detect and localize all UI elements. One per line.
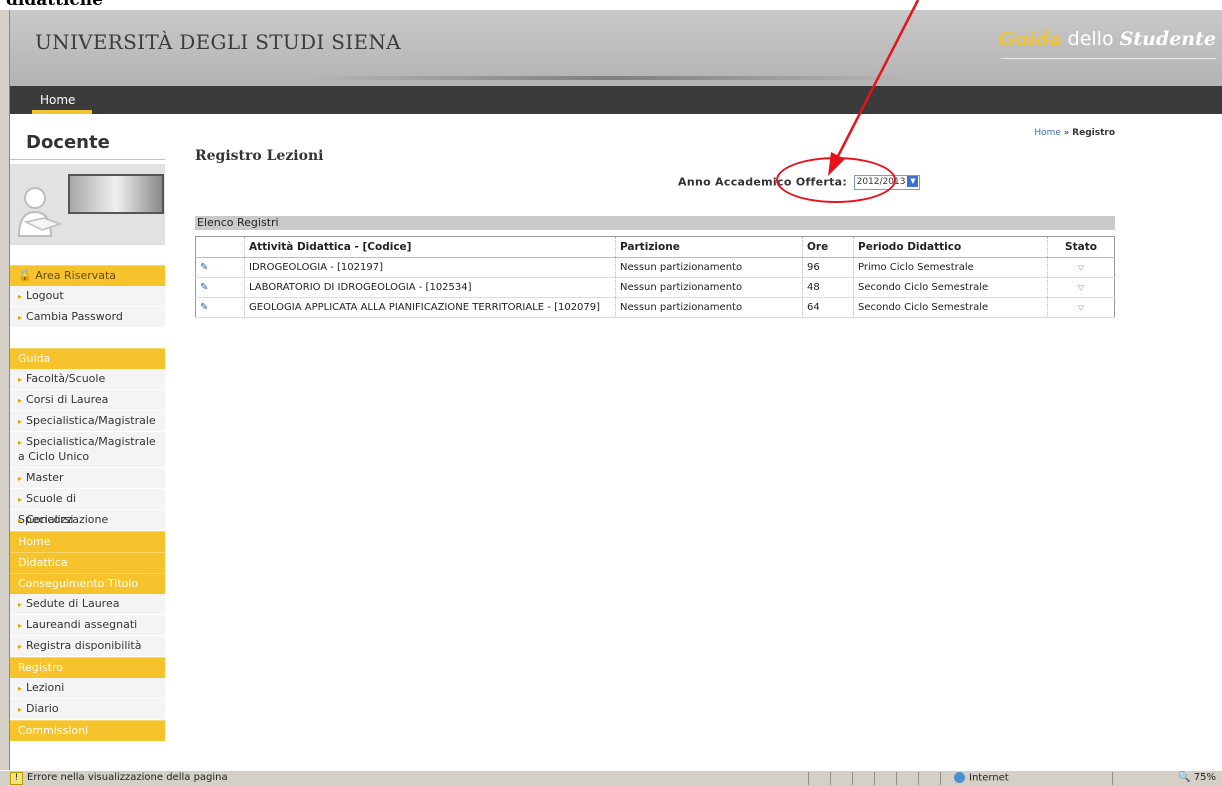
arrow-right-icon: ▸ (18, 621, 23, 630)
cell-ore: 64 (802, 297, 854, 318)
filter-funnel-icon: ▽ (1047, 277, 1115, 298)
filter-funnel-icon: ▽ (1047, 297, 1115, 318)
annotation-arrow-icon (828, 0, 920, 176)
warning-icon: ! (10, 772, 23, 785)
sidebar-section-conseguimento[interactable]: Conseguimento Titolo (10, 573, 165, 594)
sidebar-item-corsi-laurea[interactable]: ▸ Corsi di Laurea (10, 390, 165, 411)
window-frame (0, 10, 10, 770)
cell-periodo: Primo Ciclo Semestrale (853, 257, 1048, 278)
page-title: Registro Lezioni (195, 148, 324, 164)
filter-funnel-icon: ▽ (1047, 257, 1115, 278)
breadcrumb-separator: » (1060, 128, 1073, 138)
sidebar-item-scuole-specializzazione[interactable]: ▸Scuole di Specializzazione (10, 489, 165, 526)
arrow-right-icon: ▸ (18, 396, 23, 405)
arrow-right-icon: ▸ (18, 375, 23, 384)
arrow-right-icon: ▸ (18, 417, 23, 426)
sidebar-item-ciclo-unico[interactable]: ▸ Specialistica/Magistrale a Ciclo Unico (10, 432, 165, 468)
registri-table: Attività Didattica - [Codice] Partizione… (195, 236, 1115, 318)
browser-statusbar: ! Errore nella visualizzazione della pagi… (0, 770, 1222, 786)
cell-attivita: GEOLOGIA APPLICATA ALLA PIANIFICAZIONE T… (244, 297, 616, 318)
cell-periodo: Secondo Ciclo Semestrale (853, 297, 1048, 318)
table-row: ✎ GEOLOGIA APPLICATA ALLA PIANIFICAZIONE… (195, 297, 1115, 318)
arrow-right-icon: ▸ (18, 438, 23, 447)
guida-logo[interactable]: Guida dello Studente (999, 28, 1216, 50)
sidebar-section-didattica[interactable]: Didattica (10, 552, 165, 573)
cell-attivita: IDROGEOLOGIA - [102197] (244, 257, 616, 278)
user-avatar-icon (17, 187, 63, 237)
table-header-icon (195, 236, 245, 258)
sidebar-item-diario[interactable]: ▸ Diario (10, 699, 165, 720)
sidebar-section-commissioni[interactable]: Commissioni (10, 720, 165, 741)
arrow-right-icon: ▸ (18, 292, 23, 301)
breadcrumb: Home » Registro (1034, 128, 1115, 138)
cell-ore: 48 (802, 277, 854, 298)
arrow-right-icon: ▸ (18, 495, 23, 504)
sidebar-item-sedute[interactable]: ▸ Sedute di Laurea (10, 594, 165, 615)
sidebar-item-lezioni[interactable]: ▸ Lezioni (10, 678, 165, 699)
sidebar-item-disponibilita[interactable]: ▸ Registra disponibilità (10, 636, 165, 657)
nav-home-tab[interactable]: Home (32, 93, 83, 107)
table-row: ✎ LABORATORIO DI IDROGEOLOGIA - [102534]… (195, 277, 1115, 298)
sidebar-item-laureandi[interactable]: ▸ Laureandi assegnati (10, 615, 165, 636)
register-entry-icon[interactable]: ✎ (195, 297, 245, 318)
guida-logo-part3: Studente (1119, 28, 1216, 50)
site-header: UNIVERSITÀ DEGLI STUDI SIENA Guida dello… (10, 10, 1222, 86)
zoom-icon: 🔍 (1178, 772, 1191, 783)
table-row: ✎ IDROGEOLOGIA - [102197] Nessun partizi… (195, 257, 1115, 278)
breadcrumb-home[interactable]: Home (1034, 128, 1061, 138)
arrow-right-icon: ▸ (18, 642, 23, 651)
nav-home-underline (32, 110, 92, 114)
sidebar: Docente 🔒 Area Riservata ▸ Logout ▸ Cambia… (10, 128, 165, 741)
university-name: UNIVERSITÀ DEGLI STUDI SIENA (35, 30, 401, 54)
profile-name-redacted (68, 174, 164, 214)
sidebar-item-master[interactable]: ▸ Master (10, 468, 165, 489)
table-header-attivita: Attività Didattica - [Codice] (244, 236, 616, 258)
sidebar-section-registro[interactable]: Registro (10, 657, 165, 678)
arrow-right-icon: ▸ (18, 516, 23, 525)
register-entry-icon[interactable]: ✎ (195, 257, 245, 278)
top-nav: Home (10, 86, 1222, 114)
arrow-right-icon: ▸ (18, 600, 23, 609)
cell-partizione: Nessun partizionamento (615, 257, 803, 278)
table-header-stato: Stato (1047, 236, 1115, 258)
status-message[interactable]: ! Errore nella visualizzazione della pagi… (10, 772, 228, 785)
section-header-elenco: Elenco Registri (195, 216, 1115, 230)
guida-logo-part1: Guida (998, 28, 1062, 50)
lock-icon: 🔒 (18, 269, 32, 282)
table-header-row: Attività Didattica - [Codice] Partizione… (195, 236, 1115, 258)
guida-logo-part2: dello (1061, 28, 1120, 50)
register-entry-icon[interactable]: ✎ (195, 277, 245, 298)
sidebar-title: Docente (10, 128, 165, 160)
table-header-periodo: Periodo Didattico (853, 236, 1048, 258)
sidebar-section-home[interactable]: Home (10, 531, 165, 552)
header-rule (1001, 58, 1216, 59)
sidebar-section-guida[interactable]: Guida (10, 348, 165, 369)
sidebar-item-facolta[interactable]: ▸ Facoltà/Scuole (10, 369, 165, 390)
security-zone: Internet (954, 772, 1009, 784)
arrow-right-icon: ▸ (18, 684, 23, 693)
sidebar-item-specialistica[interactable]: ▸ Specialistica/Magistrale (10, 411, 165, 432)
globe-icon (954, 772, 965, 783)
profile-box (10, 164, 165, 245)
breadcrumb-current: Registro (1072, 128, 1115, 138)
table-header-partizione: Partizione (615, 236, 803, 258)
table-header-ore: Ore (802, 236, 854, 258)
cell-attivita: LABORATORIO DI IDROGEOLOGIA - [102534] (244, 277, 616, 298)
arrow-right-icon: ▸ (18, 313, 23, 322)
zoom-level[interactable]: 🔍 75% (1178, 772, 1216, 783)
cell-ore: 96 (802, 257, 854, 278)
page-caption: didattiche (6, 0, 103, 10)
arrow-right-icon: ▸ (18, 705, 23, 714)
cell-partizione: Nessun partizionamento (615, 277, 803, 298)
sidebar-item-cambia-password[interactable]: ▸ Cambia Password (10, 307, 165, 328)
sidebar-item-logout[interactable]: ▸ Logout (10, 286, 165, 307)
sidebar-section-area-riservata: 🔒 Area Riservata (10, 265, 165, 286)
cell-periodo: Secondo Ciclo Semestrale (853, 277, 1048, 298)
arrow-right-icon: ▸ (18, 474, 23, 483)
cell-partizione: Nessun partizionamento (615, 297, 803, 318)
